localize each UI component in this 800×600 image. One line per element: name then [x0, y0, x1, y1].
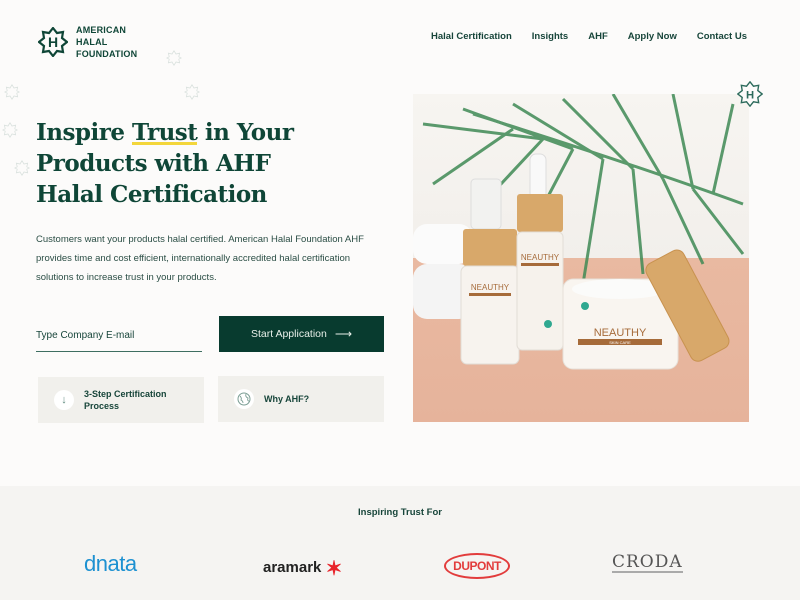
arrow-right-icon: ⟶: [334, 327, 353, 341]
decorative-star-icon: [2, 122, 18, 138]
logo-letter: H: [48, 34, 58, 50]
logo-star-icon: H: [38, 27, 68, 57]
three-step-process-card[interactable]: ↓ 3-Step Certification Process: [38, 377, 204, 423]
main-nav: Halal Certification Insights AHF Apply N…: [431, 31, 747, 42]
site-header: H AMERICAN HALAL FOUNDATION Halal Certif…: [0, 0, 800, 80]
aramark-wordmark: aramark: [263, 559, 322, 576]
svg-text:NEAUTHY: NEAUTHY: [594, 327, 647, 339]
logo-text: AMERICAN HALAL FOUNDATION: [76, 24, 156, 60]
halal-badge-icon: H: [737, 81, 763, 107]
nav-insights[interactable]: Insights: [532, 31, 568, 42]
logo[interactable]: H AMERICAN HALAL FOUNDATION: [38, 24, 156, 60]
trusted-by-title: Inspiring Trust For: [358, 507, 442, 518]
title-pre: Inspire: [36, 119, 133, 146]
title-highlight: Trust: [132, 119, 198, 146]
aramark-logo: aramark ✶: [263, 556, 342, 581]
arrow-down-icon: ↓: [54, 390, 74, 410]
company-email-input[interactable]: [36, 320, 202, 352]
start-application-label: Start Application: [250, 328, 327, 340]
logo-line-2: FOUNDATION: [76, 49, 138, 59]
globe-icon: [234, 389, 254, 409]
start-application-button[interactable]: Start Application ⟶: [219, 316, 384, 352]
nav-contact-us[interactable]: Contact Us: [697, 31, 747, 42]
why-ahf-label: Why AHF?: [264, 394, 310, 404]
why-ahf-card[interactable]: Why AHF?: [218, 376, 384, 422]
logo-line-1: AMERICAN HALAL: [76, 25, 127, 47]
aramark-star-icon: ✶: [325, 558, 343, 580]
nav-apply-now[interactable]: Apply Now: [628, 31, 677, 42]
decorative-star-icon: [184, 84, 200, 100]
product-illustration: NEAUTHY NEAUTHY NEAUTHY SKIN CARE: [413, 94, 745, 370]
svg-text:SKIN CARE: SKIN CARE: [609, 340, 631, 345]
hero-title: Inspire Trust in Your Products with AHF …: [36, 117, 336, 210]
nav-halal-certification[interactable]: Halal Certification: [431, 31, 512, 42]
three-step-process-label: 3-Step Certification Process: [84, 389, 167, 411]
nav-ahf[interactable]: AHF: [588, 31, 608, 42]
hero-description: Customers want your products halal certi…: [36, 234, 364, 283]
dnata-logo: dnata: [84, 551, 137, 576]
decorative-star-icon: [14, 160, 30, 176]
svg-text:NEAUTHY: NEAUTHY: [521, 253, 560, 262]
svg-text:H: H: [746, 89, 754, 101]
croda-logo: CRODA: [612, 552, 683, 573]
trusted-by-section: Inspiring Trust For dnata aramark ✶ DUPO…: [0, 486, 800, 600]
hero-product-image: NEAUTHY NEAUTHY NEAUTHY SKIN CARE: [413, 94, 749, 422]
dupont-logo: DUPONT: [444, 553, 510, 579]
decorative-star-icon: [4, 84, 20, 100]
product-brand-label: NEAUTHY: [471, 283, 510, 292]
